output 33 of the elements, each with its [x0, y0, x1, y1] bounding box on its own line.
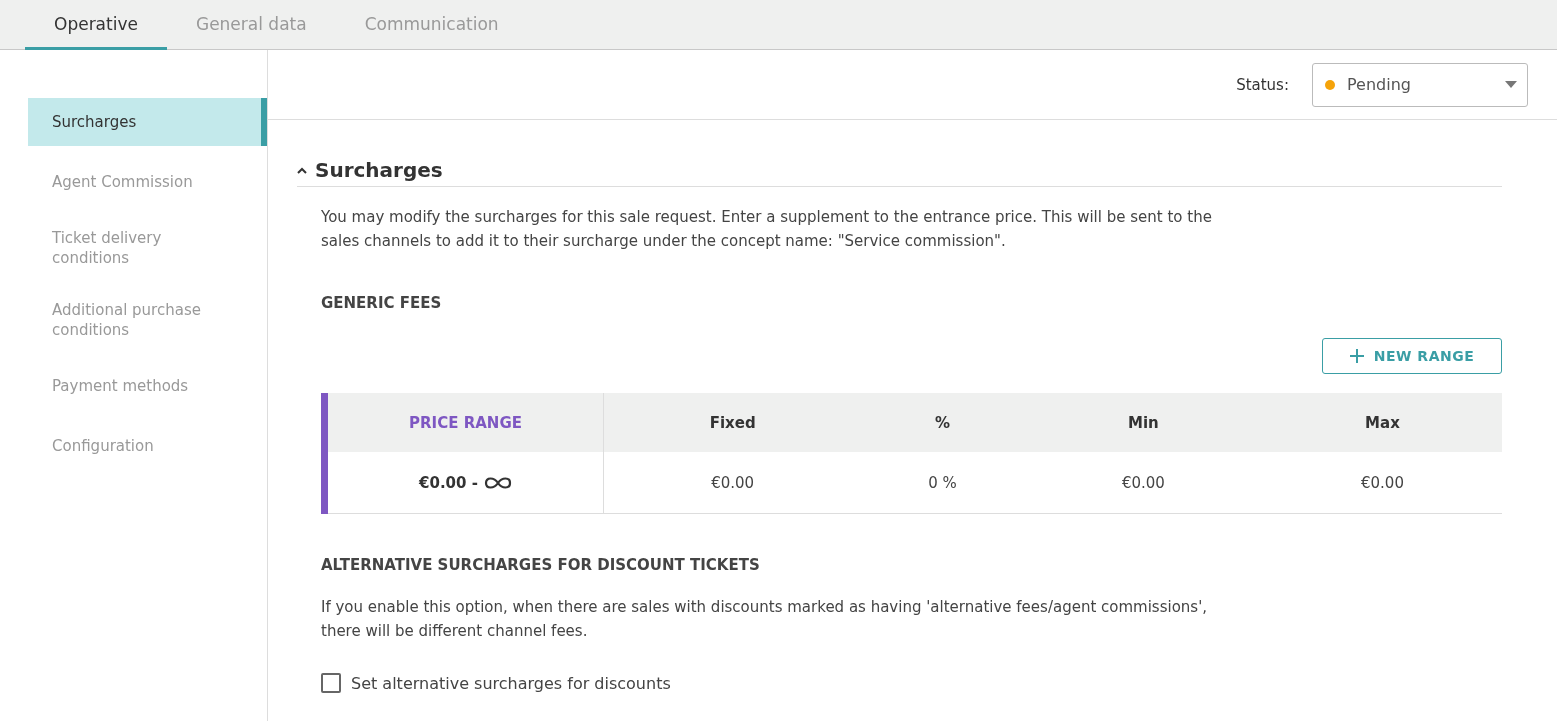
status-label: Status: — [1236, 75, 1289, 94]
section-title: Surcharges — [315, 158, 443, 182]
new-range-button[interactable]: NEW RANGE — [1322, 338, 1502, 374]
subsection-title: GENERIC FEES — [321, 293, 443, 314]
column-header: % — [861, 393, 1024, 452]
table-cell: 0 % — [861, 452, 1024, 514]
checkbox-label[interactable]: Set alternative surcharges for discounts — [351, 673, 671, 693]
table-cell: €0.00 — [1023, 452, 1263, 514]
sidebar-item[interactable]: Surcharges — [28, 98, 267, 146]
sidebar-item[interactable]: Configuration — [28, 422, 267, 470]
chevron-icon[interactable] — [297, 166, 307, 174]
caret-icon — [1505, 81, 1517, 88]
sidebar-item[interactable]: Agent Commission — [28, 158, 267, 206]
checkbox[interactable] — [321, 673, 341, 693]
option-description: If you enable this option, when there are sales with discounts marked as having 'alternative fees/agent commissions', there will be different channel fees. — [321, 597, 1209, 642]
sidebar-item[interactable]: Additional purchase conditions — [28, 290, 267, 350]
infinity-icon — [483, 475, 512, 490]
column-header: Fixed — [603, 393, 862, 452]
tab[interactable]: General data — [166, 0, 336, 50]
column-header: Min — [1023, 393, 1263, 452]
tab[interactable]: Operative — [25, 0, 167, 50]
table-cell: €0.00 — [1262, 452, 1502, 514]
column-header: Max — [1262, 393, 1502, 452]
status-dropdown[interactable]: Pending — [1312, 62, 1528, 107]
plus-icon — [1349, 349, 1364, 363]
status-value: Pending — [1347, 75, 1412, 94]
sidebar-item[interactable]: Ticket delivery conditions — [28, 218, 267, 278]
table-cell: €0.00 — [603, 452, 862, 514]
section-description: You may modify the surcharges for this sale request. Enter a supplement to the entrance price. This will be sent to the sales channels to add it to their surcharge under the concept name: "Service commission". — [321, 207, 1213, 252]
subsection-title: ALTERNATIVE SURCHARGES FOR DISCOUNT TICKETS — [321, 555, 761, 576]
price-range-text: €0.00 - — [419, 473, 478, 492]
sidebar-item[interactable]: Payment methods — [28, 362, 267, 410]
tab[interactable]: Communication — [335, 0, 528, 50]
